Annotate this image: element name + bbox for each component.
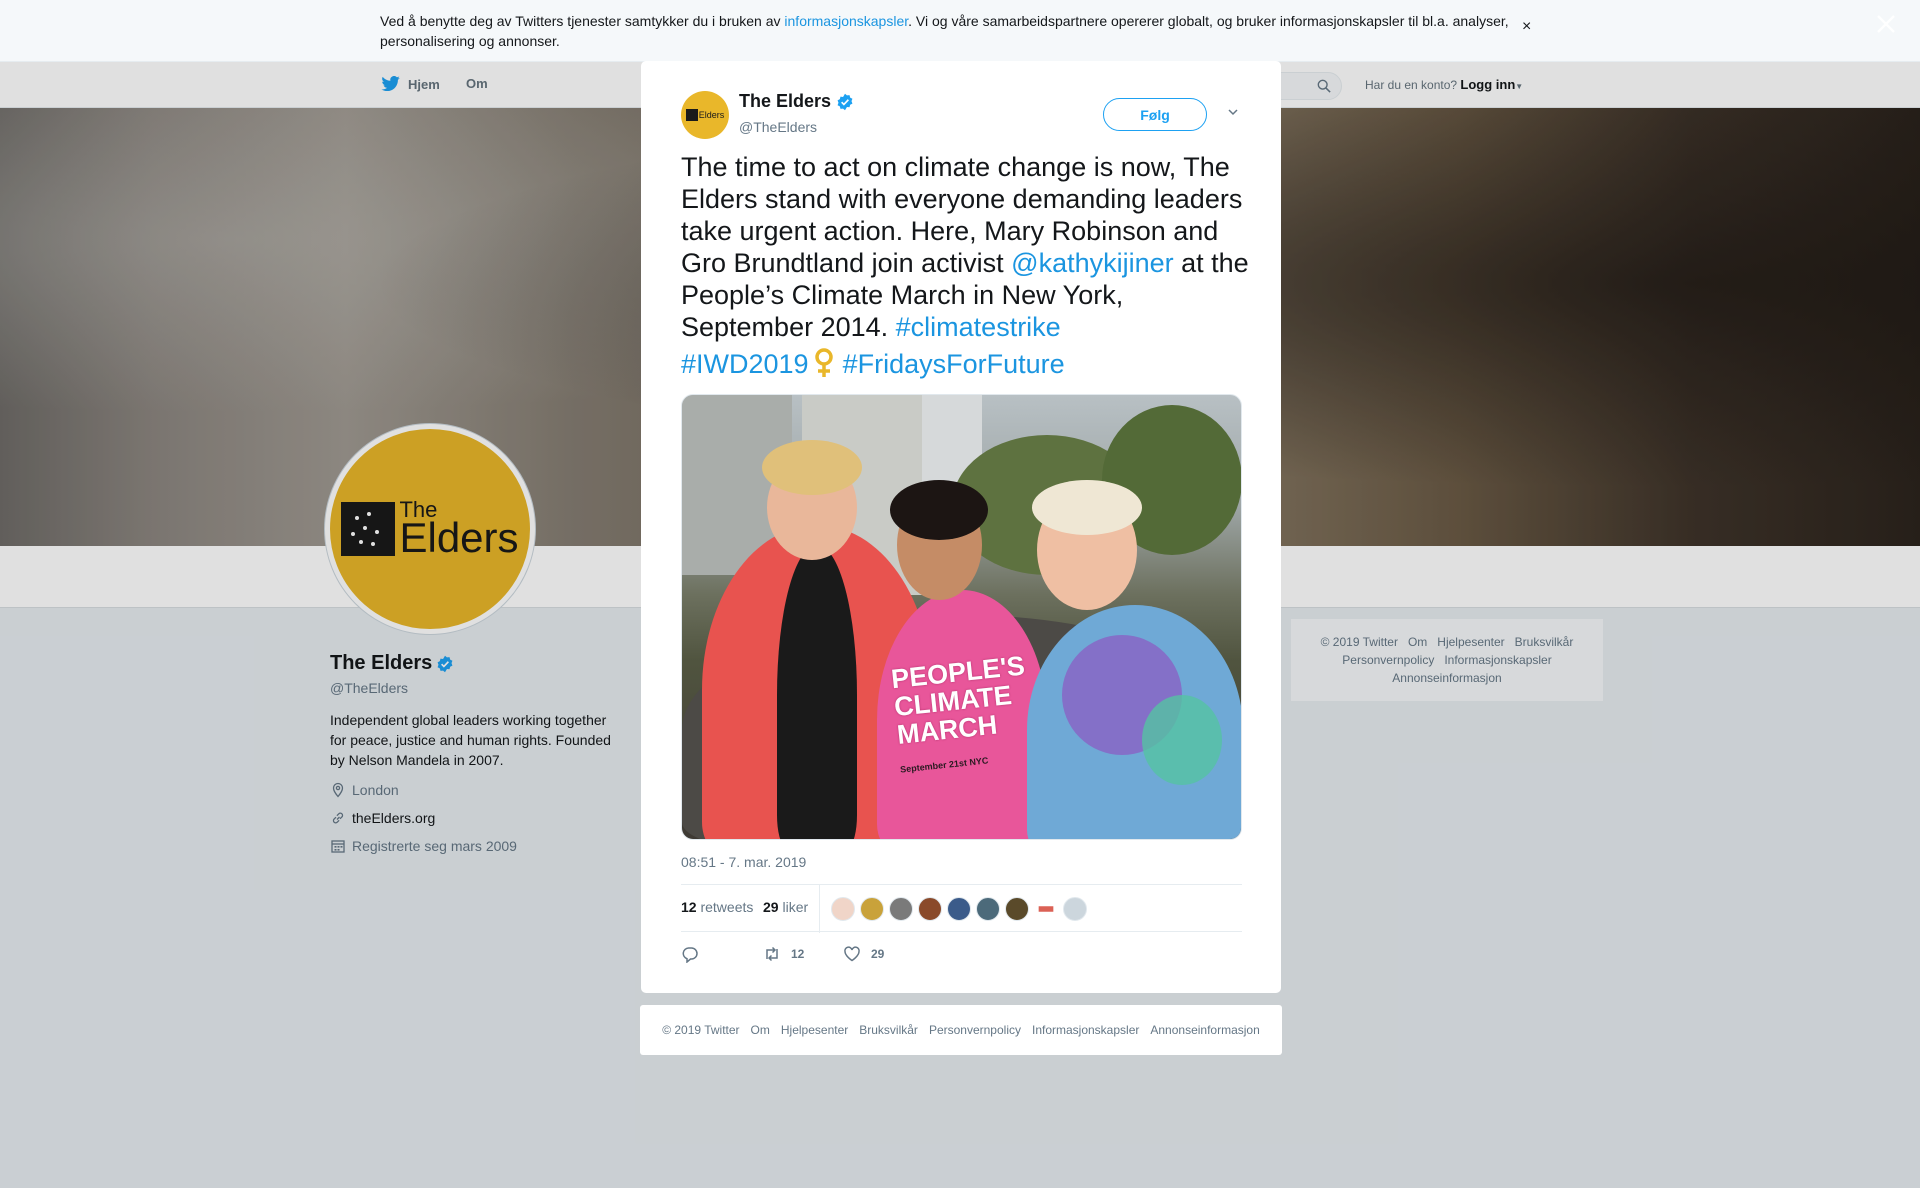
retweet-button[interactable]: 12 — [763, 945, 804, 963]
female-sign-icon — [814, 348, 833, 377]
liker-avatar[interactable] — [1005, 897, 1029, 921]
tweet-text: The time to act on climate change is now… — [681, 151, 1251, 380]
tweet-author-name-text: The Elders — [739, 91, 832, 111]
retweet-count: 12 — [791, 947, 805, 961]
tweet-photo[interactable]: PEOPLE'S CLIMATE MARCH September 21st NY… — [681, 394, 1242, 840]
liker-avatar[interactable] — [947, 897, 971, 921]
liker-avatar[interactable] — [831, 897, 855, 921]
footer-link[interactable]: © 2019 Twitter — [662, 1023, 739, 1037]
tweet-timestamp[interactable]: 08:51 - 7. mar. 2019 — [681, 854, 806, 870]
retweets-count: 12 — [681, 899, 697, 915]
footer-link[interactable]: Informasjonskapsler — [1032, 1023, 1139, 1037]
footer-link[interactable]: Hjelpesenter — [781, 1023, 848, 1037]
cookie-banner: Ved å benytte deg av Twitters tjenester … — [0, 0, 1920, 62]
elders-logo-mark — [685, 109, 698, 121]
tweet-author-name[interactable]: The Elders — [739, 91, 854, 112]
cookie-text: Ved å benytte deg av Twitters tjenester … — [380, 11, 1520, 51]
photo-blouse-pattern — [1142, 695, 1222, 785]
likers-avatars — [831, 897, 1087, 921]
tweet-stats: 12 retweets 29 liker — [681, 884, 1242, 933]
footer-link[interactable]: Annonseinformasjon — [1150, 1023, 1259, 1037]
hashtag-link[interactable]: #climatestrike — [896, 312, 1061, 342]
retweets-label: retweets — [700, 899, 754, 915]
photo-hair — [762, 440, 862, 495]
likes-label: liker — [782, 899, 809, 915]
photo-person-left-top — [777, 545, 857, 839]
footer-link[interactable]: Om — [751, 1023, 770, 1037]
retweet-icon — [766, 946, 778, 962]
footer-link[interactable]: Bruksvilkår — [859, 1023, 918, 1037]
avatar-logo-text: Elders — [698, 110, 725, 120]
liker-avatar[interactable] — [976, 897, 1000, 921]
tweet-author-avatar[interactable]: Elders — [681, 91, 729, 139]
like-button[interactable]: 29 — [843, 945, 884, 963]
photo-shirt-text: PEOPLE'S CLIMATE MARCH — [889, 650, 1027, 750]
photo-hair — [890, 480, 988, 540]
reply-icon — [682, 947, 698, 963]
like-icon — [844, 946, 860, 962]
stats-divider — [819, 885, 820, 933]
hashtag-link[interactable]: #FridaysForFuture — [843, 349, 1065, 379]
likes-stat[interactable]: 29 liker — [763, 899, 808, 915]
liker-avatar[interactable] — [1034, 897, 1058, 921]
like-count: 29 — [871, 947, 885, 961]
close-icon[interactable] — [1874, 12, 1898, 36]
liker-avatar[interactable] — [860, 897, 884, 921]
likes-count: 29 — [763, 899, 779, 915]
liker-avatar[interactable] — [889, 897, 913, 921]
mention-link[interactable]: @kathykijiner — [1011, 248, 1173, 278]
chevron-down-icon[interactable] — [1226, 105, 1240, 119]
tweet-modal: Elders The Elders @TheElders Følg The ti… — [641, 61, 1281, 993]
modal-footer: © 2019 Twitter Om Hjelpesenter Bruksvilk… — [640, 1005, 1282, 1055]
hashtag-link[interactable]: #IWD2019 — [681, 349, 809, 379]
retweets-stat[interactable]: 12 retweets — [681, 899, 753, 915]
liker-avatar[interactable] — [1063, 897, 1087, 921]
liker-avatar[interactable] — [918, 897, 942, 921]
tweet-actions: 12 29 — [681, 945, 1242, 975]
tweet-author-handle[interactable]: @TheElders — [739, 119, 817, 135]
verified-icon — [837, 93, 853, 110]
reply-button[interactable] — [681, 945, 699, 963]
cookie-text-before: Ved å benytte deg av Twitters tjenester … — [380, 13, 785, 29]
photo-hair — [1032, 480, 1142, 535]
footer-link[interactable]: Personvernpolicy — [929, 1023, 1021, 1037]
cookies-link[interactable]: informasjonskapsler — [784, 13, 908, 29]
cookie-close-button[interactable]: × — [1522, 18, 1531, 36]
follow-button[interactable]: Følg — [1103, 98, 1207, 131]
